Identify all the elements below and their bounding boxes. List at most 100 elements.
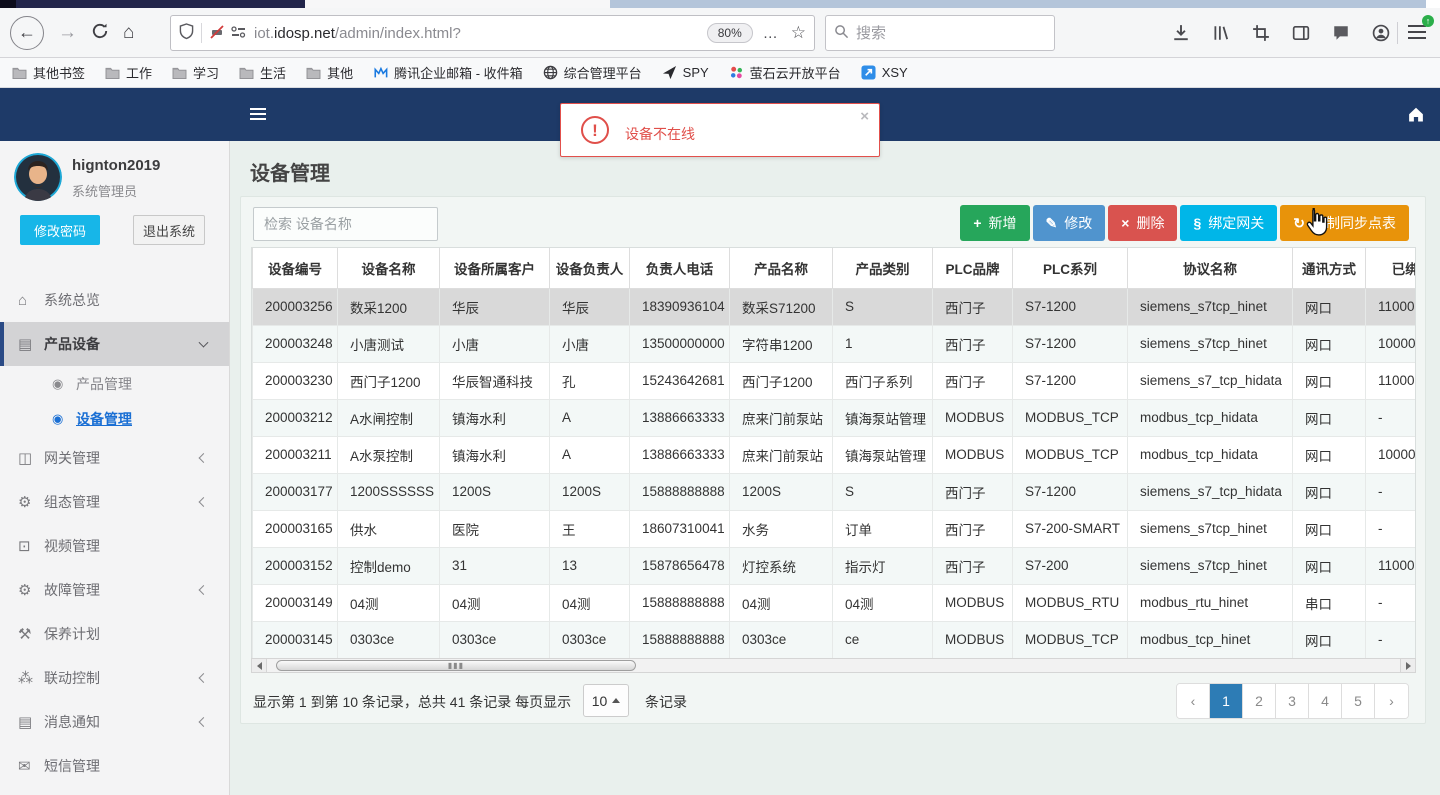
action-button[interactable]: § 绑定网关 <box>1180 205 1278 241</box>
column-header[interactable]: 设备负责人 <box>549 248 630 289</box>
page-size-select[interactable]: 10 <box>583 684 629 717</box>
page-number-button[interactable]: 4 <box>1309 684 1342 718</box>
account-icon[interactable] <box>1372 24 1390 42</box>
back-button[interactable]: ← <box>10 15 44 50</box>
action-button[interactable]: ✎ 修改 <box>1032 205 1106 241</box>
bookmark-item[interactable]: 学习 <box>172 63 219 82</box>
sidebar-subitem[interactable]: ◉ 产品管理 <box>0 366 229 401</box>
table-row[interactable]: 200003165 供水 医院王 18607310041 水务 订单 西门子 S7-200-S… <box>252 509 1415 548</box>
table-row[interactable]: 200003230 西门子1200 华辰智通科技孔 15243642681 西门子120… <box>252 361 1415 400</box>
bookmark-item[interactable]: 腾讯企业邮箱 - 收件箱 <box>373 63 523 82</box>
sidebar-collapse-icon[interactable] <box>250 105 268 123</box>
table-cell: MODBUS_TCP <box>1012 620 1128 658</box>
alert-close-icon[interactable]: × <box>860 108 869 125</box>
action-button[interactable]: × 删除 <box>1108 205 1178 241</box>
url-text[interactable]: iot.idosp.net/admin/index.html? <box>254 25 707 42</box>
page-number-button[interactable]: 5 <box>1342 684 1375 718</box>
menu-icon[interactable]: ↑ <box>1406 15 1434 44</box>
bookmark-item[interactable]: XSY <box>861 65 908 80</box>
table-row[interactable]: 200003152 控制demo 31 13 15878656478 灯控系统 指示灯 西门子… <box>252 546 1415 585</box>
pagination-info-suffix: 条记录 <box>645 694 687 710</box>
messages-icon[interactable] <box>1332 24 1350 42</box>
sidebar-item[interactable]: ▤ 产品设备 <box>0 322 229 366</box>
sidebar-item[interactable]: ⊡ 视频管理 <box>0 524 229 568</box>
downloads-icon[interactable] <box>1172 24 1190 42</box>
sidebar-item[interactable]: ✉ 短信管理 <box>0 744 229 788</box>
screenshot-icon[interactable] <box>1252 24 1270 42</box>
table-row[interactable]: 200003248 小唐测试 小唐 小唐 13500000000 字符串1200 1 西门子 S… <box>252 324 1415 363</box>
table-cell: 庶来门前泵站 <box>729 398 833 437</box>
scroll-left-button[interactable] <box>252 659 267 672</box>
column-header[interactable]: 设备所属客户 <box>439 248 550 289</box>
browser-search-box[interactable] <box>825 15 1055 51</box>
table-cell: A水泵控制 <box>337 435 440 474</box>
change-password-button[interactable]: 修改密码 <box>20 215 100 245</box>
tabstrip-active-tab[interactable] <box>16 0 305 8</box>
bookmark-item[interactable]: 其他 <box>306 63 353 82</box>
browser-search-input[interactable] <box>856 24 1055 42</box>
logout-button[interactable]: 退出系统 <box>133 215 205 245</box>
page-number-button[interactable]: 3 <box>1276 684 1309 718</box>
sidebar-item[interactable]: ⚒ 保养计划 <box>0 612 229 656</box>
scrollbar-thumb[interactable]: ▮▮▮ <box>276 660 636 671</box>
column-header[interactable]: 产品名称 <box>729 248 833 289</box>
bookmark-item[interactable]: 综合管理平台 <box>543 63 642 82</box>
bookmark-item[interactable]: 萤石云开放平台 <box>729 63 841 82</box>
sidebar-toggle-icon[interactable] <box>1292 24 1310 42</box>
table-row[interactable]: 200003149 04测 04测 04测 15888888888 04测 04测 MODBU… <box>252 583 1415 622</box>
bookmark-item[interactable]: 生活 <box>239 63 286 82</box>
column-header[interactable]: 协议名称 <box>1127 248 1293 289</box>
shield-icon[interactable] <box>179 23 194 43</box>
blocked-permission-icon[interactable] <box>209 24 225 43</box>
column-header[interactable]: 负责人电话 <box>629 248 730 289</box>
zoom-level-badge[interactable]: 80% <box>706 23 753 43</box>
url-domain: idosp.net <box>274 24 335 42</box>
column-header[interactable]: 产品类别 <box>832 248 933 289</box>
sidebar-item[interactable]: ⚙ 故障管理 <box>0 568 229 612</box>
column-header[interactable]: 设备编号 <box>252 248 338 289</box>
table-cell: modbus_rtu_hinet <box>1127 583 1293 622</box>
bookmark-item[interactable]: 工作 <box>105 63 152 82</box>
reload-icon[interactable] <box>91 22 109 43</box>
table-row[interactable]: 200003177 1200SSSSSS 1200S 1200S 15888888888… <box>252 472 1415 511</box>
bookmark-item[interactable]: SPY <box>662 65 709 80</box>
home-button[interactable]: ⌂ <box>123 22 134 44</box>
table-cell: 供水 <box>337 509 440 548</box>
sidebar-item[interactable]: ⁂ 联动控制 <box>0 656 229 700</box>
column-header[interactable]: 已绑定网关 <box>1365 248 1415 289</box>
column-header[interactable]: PLC系列 <box>1012 248 1128 289</box>
page-number-button[interactable]: 1 <box>1210 684 1243 718</box>
forward-button[interactable]: → <box>58 22 77 44</box>
page-next-button[interactable]: › <box>1375 684 1408 718</box>
column-header[interactable]: 通讯方式 <box>1292 248 1366 289</box>
table-cell: 1200S <box>729 472 833 511</box>
column-header[interactable]: PLC品牌 <box>932 248 1013 289</box>
action-button[interactable]: + 新增 <box>960 205 1030 241</box>
sidebar-item[interactable]: ▤ 消息通知 <box>0 700 229 744</box>
sidebar-item[interactable]: ⌂ 系统总览 <box>0 278 229 322</box>
url-bar[interactable]: iot.idosp.net/admin/index.html? 80% … ☆ <box>170 15 815 51</box>
permissions-icon[interactable] <box>231 25 246 42</box>
action-button[interactable]: ↻ 强制同步点表 <box>1280 205 1409 241</box>
sidebar-item[interactable]: ◫ 网关管理 <box>0 436 229 480</box>
table-cell: S7-200-SMART <box>1012 509 1128 548</box>
device-search-input[interactable] <box>253 207 438 241</box>
page-prev-button[interactable]: ‹ <box>1177 684 1210 718</box>
sidebar-item[interactable]: ⚙ 组态管理 <box>0 480 229 524</box>
sidebar-subitem[interactable]: ◉ 设备管理 <box>0 401 229 436</box>
page-actions-icon[interactable]: … <box>763 25 779 42</box>
avatar[interactable] <box>14 153 62 201</box>
table-row[interactable]: 200003211 A水泵控制 镇海水利 A 13886663333 庶来门前泵站 镇海泵站… <box>252 435 1415 474</box>
bookmark-item[interactable]: 其他书签 <box>12 63 85 82</box>
horizontal-scrollbar[interactable]: ▮▮▮ <box>251 658 1416 673</box>
library-icon[interactable] <box>1212 24 1230 42</box>
column-header[interactable]: 设备名称 <box>337 248 440 289</box>
table-cell: 1000000 <box>1365 435 1415 474</box>
scroll-right-button[interactable] <box>1400 659 1415 672</box>
table-row[interactable]: 200003212 A水闸控制 镇海水利 A 13886663333 庶来门前泵站 镇海泵站… <box>252 398 1415 437</box>
table-row[interactable]: 200003256 数采1200 华辰 华辰 18390936104 数采S71200 S 西… <box>252 287 1415 326</box>
table-row[interactable]: 200003145 0303ce 0303ce 0303ce 15888888888 03… <box>252 620 1415 658</box>
page-number-button[interactable]: 2 <box>1243 684 1276 718</box>
app-home-icon[interactable] <box>1406 104 1426 127</box>
bookmark-star-icon[interactable]: ☆ <box>791 23 806 43</box>
